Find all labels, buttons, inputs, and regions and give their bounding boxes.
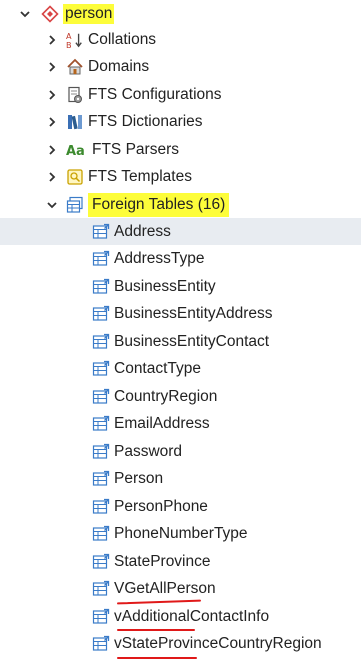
- foreign-table-label: EmailAddress: [114, 415, 210, 432]
- foreign-table-item[interactable]: ContactType: [0, 356, 361, 383]
- domain-house-icon: [66, 58, 84, 76]
- chevron-right-icon[interactable]: [46, 61, 58, 73]
- foreign-table-label: StateProvince: [114, 552, 211, 570]
- foreign-table-icon: [92, 278, 110, 296]
- foreign-table-icon: [92, 470, 110, 488]
- tree-node-fts-configurations[interactable]: FTS Configurations: [0, 81, 361, 108]
- foreign-table-label: Password: [114, 442, 183, 460]
- foreign-table-icon: [92, 580, 110, 598]
- foreign-table-label: vAdditionalContactInfo: [114, 607, 270, 625]
- foreign-table-label: AddressType: [114, 250, 205, 267]
- foreign-table-label: BusinessEntityAddress: [114, 305, 273, 322]
- foreign-table-label: vStateProvinceCountryRegion: [114, 635, 322, 652]
- foreign-table-item[interactable]: VGetAllPerson: [0, 576, 361, 603]
- tree-node-label: Domains: [88, 57, 150, 75]
- foreign-table-item[interactable]: BusinessEntityContact: [0, 328, 361, 355]
- foreign-table-label: PersonPhone: [114, 497, 208, 515]
- foreign-table-item[interactable]: AddressType: [0, 246, 361, 273]
- foreign-table-item[interactable]: EmailAddress: [0, 411, 361, 438]
- foreign-table-item[interactable]: CountryRegion: [0, 383, 361, 410]
- fts-parser-icon: Aa: [66, 141, 88, 159]
- tree-node-label: FTS Configurations: [88, 85, 222, 103]
- tree-node-fts-templates[interactable]: FTS Templates: [0, 163, 361, 190]
- tree-node-label: FTS Templates: [88, 167, 192, 185]
- chevron-right-icon[interactable]: [46, 34, 58, 46]
- foreign-table-icon: [92, 635, 110, 653]
- foreign-table-icon: [92, 553, 110, 571]
- foreign-table-label: CountryRegion: [114, 387, 218, 405]
- foreign-table-icon: [92, 608, 110, 626]
- foreign-table-label: VGetAllPerson: [114, 580, 216, 597]
- tree-node-person[interactable]: person: [0, 0, 361, 27]
- chevron-right-icon[interactable]: [46, 144, 58, 156]
- foreign-table-label: BusinessEntity: [114, 277, 216, 295]
- foreign-table-item[interactable]: Person: [0, 466, 361, 493]
- foreign-table-icon: [92, 525, 110, 543]
- tree-node-fts-parsers[interactable]: Aa FTS Parsers: [0, 136, 361, 163]
- tree-node-domains[interactable]: Domains: [0, 53, 361, 80]
- annotation-underline: [117, 629, 195, 631]
- foreign-table-item[interactable]: StateProvince: [0, 548, 361, 575]
- chevron-down-icon[interactable]: [46, 199, 58, 211]
- schema-diamond-icon: [41, 4, 59, 23]
- foreign-table-group-icon: [66, 196, 84, 214]
- chevron-right-icon[interactable]: [46, 171, 58, 183]
- foreign-table-label: ContactType: [114, 360, 202, 377]
- foreign-table-label: BusinessEntityContact: [114, 332, 270, 350]
- fts-dictionary-icon: [66, 113, 84, 131]
- fts-template-icon: [66, 168, 84, 186]
- foreign-table-icon: [92, 223, 110, 241]
- foreign-table-item[interactable]: BusinessEntityAddress: [0, 301, 361, 328]
- foreign-table-item[interactable]: Password: [0, 438, 361, 465]
- foreign-table-icon: [92, 443, 110, 461]
- chevron-down-icon[interactable]: [19, 8, 31, 20]
- svg-text:Aa: Aa: [66, 144, 85, 159]
- foreign-table-label: Address: [114, 222, 171, 240]
- tree-node-collations[interactable]: A B Collations: [0, 26, 361, 53]
- tree-node-foreign-tables[interactable]: Foreign Tables (16): [0, 191, 361, 218]
- foreign-table-icon: [92, 360, 110, 378]
- fts-configuration-icon: [66, 86, 84, 104]
- foreign-table-icon: [92, 305, 110, 323]
- tree-node-label: FTS Dictionaries: [88, 112, 203, 130]
- foreign-table-item[interactable]: PhoneNumberType: [0, 521, 361, 548]
- tree-node-fts-dictionaries[interactable]: FTS Dictionaries: [0, 108, 361, 135]
- tree-node-label: Foreign Tables (16): [88, 192, 230, 217]
- chevron-right-icon[interactable]: [46, 89, 58, 101]
- foreign-table-item[interactable]: vStateProvinceCountryRegion: [0, 631, 361, 658]
- foreign-table-item[interactable]: BusinessEntity: [0, 273, 361, 300]
- foreign-table-icon: [92, 498, 110, 516]
- tree-node-label: person: [63, 3, 115, 24]
- foreign-table-item[interactable]: vAdditionalContactInfo: [0, 603, 361, 630]
- foreign-table-icon: [92, 333, 110, 351]
- tree-node-label: FTS Parsers: [92, 140, 179, 158]
- collation-icon: A B: [66, 31, 84, 50]
- foreign-table-item[interactable]: PersonPhone: [0, 493, 361, 520]
- foreign-table-icon: [92, 415, 110, 433]
- foreign-table-label: Person: [114, 470, 164, 487]
- tree-node-label: Collations: [88, 30, 157, 48]
- svg-text:B: B: [66, 40, 72, 50]
- foreign-table-label: PhoneNumberType: [114, 525, 248, 542]
- foreign-table-icon: [92, 250, 110, 268]
- foreign-table-item[interactable]: Address: [0, 218, 361, 245]
- foreign-table-icon: [92, 388, 110, 406]
- annotation-underline: [117, 657, 197, 659]
- chevron-right-icon[interactable]: [46, 116, 58, 128]
